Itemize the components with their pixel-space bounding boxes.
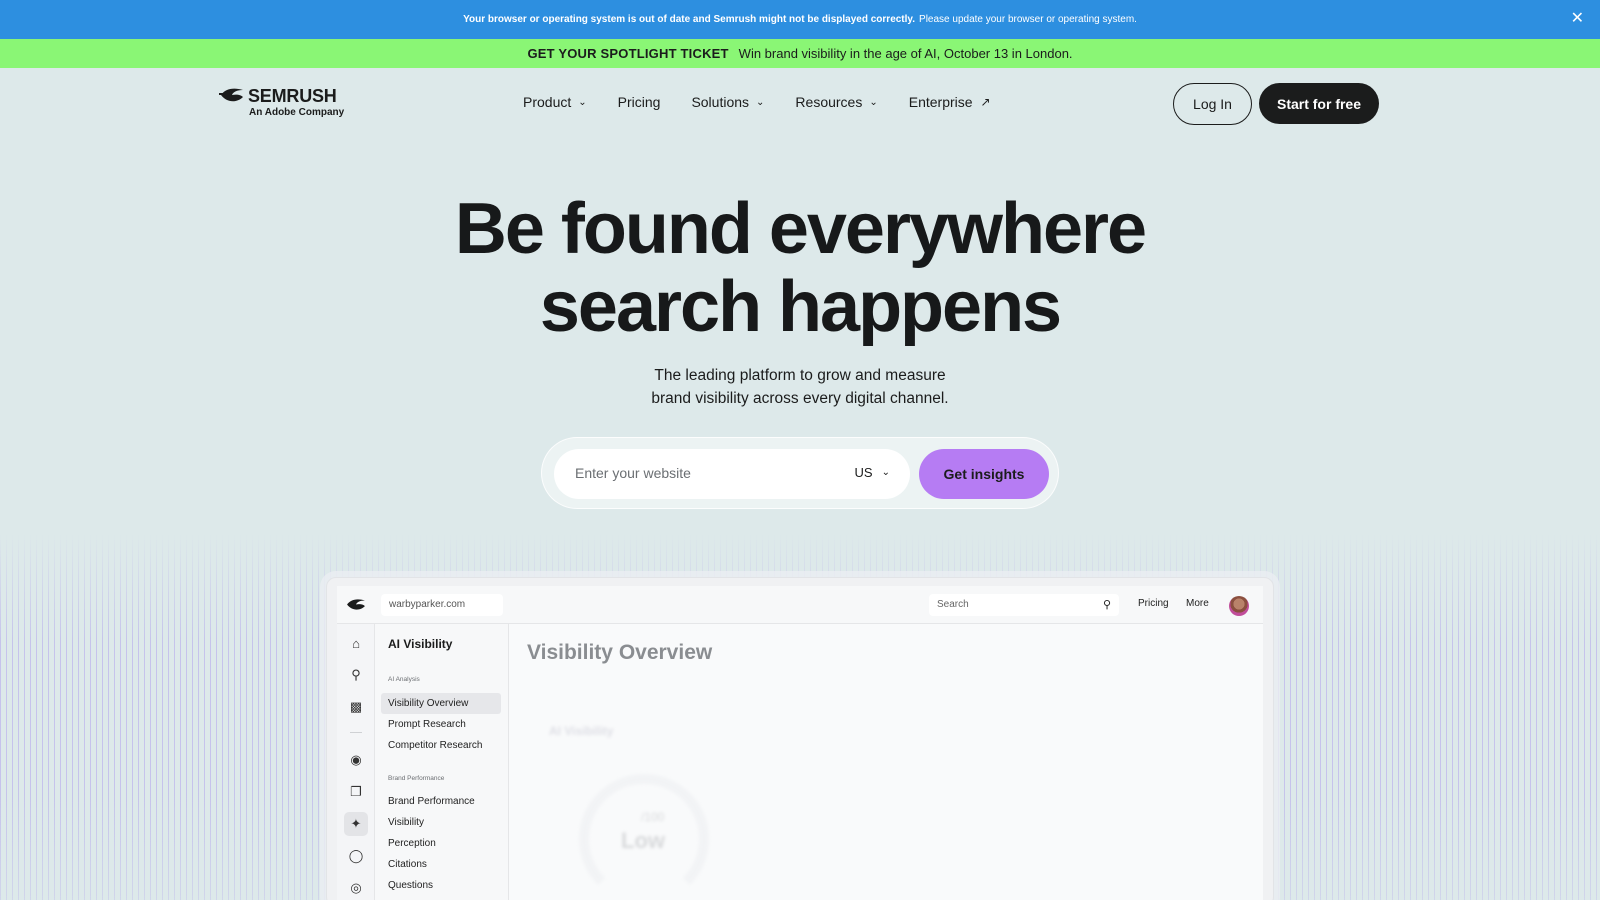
nav-solutions[interactable]: Solutions ⌄: [691, 90, 764, 114]
home-icon[interactable]: ⌂: [344, 631, 368, 655]
bar-chart-icon[interactable]: ▩: [344, 695, 368, 719]
ai-visibility-icon[interactable]: ✦: [344, 812, 368, 836]
hero-title: Be found everywhere search happens: [0, 190, 1600, 346]
chat-icon[interactable]: ◯: [344, 844, 368, 868]
sidebar-title: AI Visibility: [388, 637, 453, 651]
location-pin-icon[interactable]: ◉: [344, 748, 368, 772]
nav-pricing[interactable]: Pricing: [618, 90, 661, 114]
sidebar-item-prompt-research[interactable]: Prompt Research: [381, 714, 501, 735]
score-level: Low: [621, 828, 665, 853]
sidebar-section-ai-analysis: AI Analysis: [388, 676, 420, 683]
page-title: Visibility Overview: [527, 641, 713, 664]
sidebar-item-perception[interactable]: Perception: [381, 833, 501, 854]
sidebar-item-visibility-overview[interactable]: Visibility Overview: [381, 693, 501, 714]
target-search-icon[interactable]: ◎: [344, 876, 368, 900]
semrush-flame-icon: [347, 599, 365, 610]
hero-subtitle-line2: brand visibility across every digital ch…: [651, 390, 949, 407]
semrush-logo[interactable]: SEMRUSH An Adobe Company: [219, 85, 349, 121]
semrush-flame-icon: [219, 88, 243, 102]
main-nav: Product ⌄ Pricing Solutions ⌄ Resources …: [523, 90, 1022, 114]
sidebar-item-visibility[interactable]: Visibility: [381, 812, 501, 833]
chevron-down-icon: ⌄: [578, 96, 587, 108]
website-input[interactable]: Enter your website US ⌄: [554, 449, 910, 499]
start-free-button[interactable]: Start for free: [1259, 83, 1379, 124]
nav-enterprise[interactable]: Enterprise ↗: [909, 90, 991, 114]
app-domain-field[interactable]: warbyparker.com: [381, 594, 503, 616]
app-search-placeholder: Search: [937, 599, 969, 610]
sidebar-item-competitor-research[interactable]: Competitor Research: [381, 735, 501, 756]
app-topbar: warbyparker.com Search ⚲ Pricing More: [337, 586, 1263, 624]
search-icon[interactable]: ⚲: [1103, 598, 1111, 611]
get-insights-button[interactable]: Get insights: [919, 449, 1049, 499]
login-button[interactable]: Log In: [1173, 83, 1252, 125]
sidebar-item-brand-performance[interactable]: Brand Performance: [381, 791, 501, 812]
nav-enterprise-label: Enterprise: [908, 94, 973, 110]
promo-headline: GET YOUR SPOTLIGHT TICKET: [527, 46, 729, 61]
logo-wordmark: SEMRUSH: [248, 86, 337, 106]
arrow-up-right-icon: ↗: [980, 95, 991, 109]
warning-text: Please update your browser or operating …: [919, 14, 1137, 25]
card-label: AI Visibility: [549, 724, 614, 738]
score-text: /100: [641, 810, 665, 824]
nav-resources-label: Resources: [795, 94, 863, 110]
app-search-field[interactable]: Search ⚲: [929, 594, 1119, 616]
app-pricing-link[interactable]: Pricing: [1138, 598, 1169, 609]
hero-title-line2: search happens: [539, 267, 1062, 347]
country-value: US: [854, 465, 873, 480]
app-main-panel: Visibility Overview AI Visibility /100 L…: [509, 624, 1263, 900]
promo-text: Win brand visibility in the age of AI, O…: [738, 46, 1073, 61]
rail-divider: [350, 732, 362, 733]
app-more-link[interactable]: More: [1186, 598, 1209, 609]
nav-product[interactable]: Product ⌄: [523, 90, 587, 114]
nav-product-label: Product: [523, 94, 572, 110]
website-search-form: Enter your website US ⌄ Get insights: [541, 437, 1059, 509]
nav-pricing-label: Pricing: [617, 94, 661, 110]
chevron-down-icon: ⌄: [881, 467, 890, 478]
promo-banner[interactable]: GET YOUR SPOTLIGHT TICKET Win brand visi…: [0, 39, 1600, 68]
site-header: SEMRUSH An Adobe Company Product ⌄ Prici…: [0, 68, 1600, 138]
warning-bold-text: Your browser or operating system is out …: [463, 14, 916, 25]
avatar[interactable]: [1229, 596, 1249, 616]
website-input-placeholder: Enter your website: [575, 465, 691, 481]
hero-subtitle-line1: The leading platform to grow and measure: [654, 367, 946, 384]
nav-solutions-label: Solutions: [691, 94, 750, 110]
app-sidebar: AI Visibility AI Analysis Visibility Ove…: [375, 624, 509, 900]
sidebar-item-questions[interactable]: Questions: [381, 875, 501, 896]
sidebar-section-brand-performance: Brand Performance: [388, 775, 445, 782]
chevron-down-icon: ⌄: [869, 96, 878, 108]
close-icon[interactable]: ✕: [1571, 11, 1584, 27]
hero-subtitle: The leading platform to grow and measure…: [0, 364, 1600, 410]
sidebar-item-citations[interactable]: Citations: [381, 854, 501, 875]
app-preview-window: warbyparker.com Search ⚲ Pricing More ⌂ …: [326, 577, 1274, 900]
app-icon-rail: ⌂ ⚲ ▩ ◉ ❐ ✦ ◯ ◎: [337, 624, 375, 900]
search-analytics-icon[interactable]: ⚲: [344, 663, 368, 687]
hero-title-line1: Be found everywhere: [454, 189, 1147, 269]
browser-warning-bar: Your browser or operating system is out …: [0, 0, 1600, 39]
logo-subtitle: An Adobe Company: [249, 107, 345, 118]
chevron-down-icon: ⌄: [756, 96, 765, 108]
nav-resources[interactable]: Resources ⌄: [795, 90, 877, 114]
copy-icon[interactable]: ❐: [344, 780, 368, 804]
country-select[interactable]: US ⌄: [855, 465, 890, 480]
